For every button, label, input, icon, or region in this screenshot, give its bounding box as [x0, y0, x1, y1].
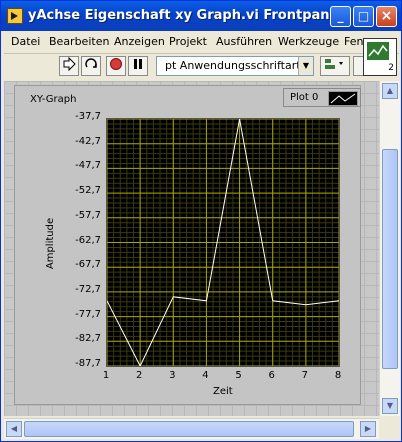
- close-button[interactable]: ×: [376, 6, 397, 27]
- legend-plot-swatch[interactable]: [328, 91, 358, 106]
- scroll-down-button[interactable]: ▼: [382, 398, 398, 414]
- pause-icon[interactable]: [128, 56, 148, 76]
- x-tick-label: 6: [268, 370, 275, 381]
- window-title: yAchse Eigenschaft xy Graph.vi Frontpane…: [28, 8, 343, 23]
- labview-front-panel-window: yAchse Eigenschaft xy Graph.vi Frontpane…: [0, 0, 402, 442]
- menu-ausfuehren[interactable]: Ausführen: [216, 35, 272, 48]
- plot-legend[interactable]: Plot 0: [283, 88, 361, 107]
- abort-icon[interactable]: [106, 56, 126, 76]
- menu-fenster[interactable]: Fen: [344, 35, 363, 48]
- menu-datei[interactable]: Datei: [11, 35, 40, 48]
- y-tick-label: -57,7: [75, 209, 101, 221]
- font-selector[interactable]: pt Anwendungsschriftart ▼: [156, 56, 314, 76]
- x-tick-label: 3: [169, 370, 176, 381]
- y-tick-label: -52,7: [75, 185, 101, 197]
- y-tick-label: -42,7: [75, 135, 101, 147]
- menu-bar: Datei Bearbeiten Anzeigen Projekt Ausfüh…: [4, 31, 399, 54]
- vertical-scrollbar[interactable]: ▲ ▼: [379, 81, 400, 416]
- graph-label: XY-Graph: [30, 94, 77, 105]
- scroll-right-button[interactable]: ▶: [360, 421, 376, 437]
- horizontal-scroll-thumb[interactable]: [24, 421, 354, 437]
- run-arrow-icon[interactable]: [59, 56, 79, 76]
- x-tick-label: 1: [102, 370, 110, 381]
- maximize-button[interactable]: □: [353, 6, 374, 27]
- xy-graph-frame[interactable]: XY-Graph Plot 0 Amplitude Zeit -37,7 -42,…: [14, 85, 361, 405]
- vi-icon-number: 2: [388, 63, 394, 73]
- x-tick-label: 2: [135, 370, 143, 381]
- y-tick-label: -62,7: [75, 234, 101, 246]
- minimize-button[interactable]: _: [330, 6, 351, 27]
- y-tick-label: -77,7: [75, 308, 101, 320]
- menu-projekt[interactable]: Projekt: [169, 35, 207, 48]
- y-axis-label: Amplitude: [45, 217, 57, 270]
- legend-plot-name: Plot 0: [290, 92, 319, 103]
- y-tick-label: -82,7: [75, 333, 101, 345]
- vertical-scroll-thumb[interactable]: [382, 149, 398, 369]
- plot-area[interactable]: [106, 118, 340, 368]
- title-bar[interactable]: yAchse Eigenschaft xy Graph.vi Frontpane…: [1, 1, 401, 31]
- labview-vi-icon[interactable]: [7, 8, 23, 24]
- front-panel-canvas[interactable]: XY-Graph Plot 0 Amplitude Zeit -37,7 -42,…: [4, 81, 379, 416]
- align-icon[interactable]: [320, 56, 350, 76]
- font-selector-value: pt Anwendungsschriftart: [165, 59, 301, 72]
- horizontal-scrollbar[interactable]: ◀ ▶: [4, 418, 379, 439]
- y-tick-label: -72,7: [75, 283, 101, 295]
- chevron-down-icon[interactable]: ▼: [298, 57, 313, 75]
- scroll-left-button[interactable]: ◀: [6, 421, 22, 437]
- toolbar: pt Anwendungsschriftart ▼: [4, 54, 399, 79]
- scroll-up-button[interactable]: ▲: [382, 83, 398, 99]
- x-tick-label: 5: [235, 370, 242, 381]
- vi-connector-pane-icon[interactable]: 2: [363, 38, 397, 76]
- y-tick-label: -47,7: [75, 160, 101, 172]
- menu-werkzeuge[interactable]: Werkzeuge: [278, 35, 339, 48]
- run-continuously-icon[interactable]: [81, 56, 101, 76]
- y-tick-label: -37,7: [75, 111, 101, 122]
- x-tick-label: 4: [202, 370, 209, 381]
- x-axis-label: Zeit: [213, 386, 233, 397]
- xy-chart-svg: [106, 118, 340, 368]
- menu-bearbeiten[interactable]: Bearbeiten: [49, 35, 109, 48]
- x-tick-label: 8: [334, 370, 342, 381]
- y-tick-label: -67,7: [75, 259, 101, 271]
- vi-icon-graph-icon: [367, 42, 389, 60]
- x-tick-label: 7: [301, 370, 309, 381]
- menu-anzeigen[interactable]: Anzeigen: [114, 35, 165, 48]
- y-tick-label: -87,7: [75, 358, 101, 369]
